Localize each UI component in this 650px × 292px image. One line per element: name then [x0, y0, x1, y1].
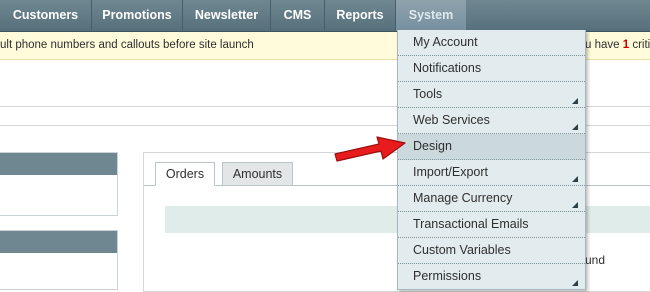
submenu-arrow-icon [572, 98, 578, 104]
notice-critical-prefix: u have [585, 39, 623, 51]
menu-item-my-account[interactable]: My Account [398, 30, 585, 56]
menu-item-web-services[interactable]: Web Services [398, 108, 585, 134]
menu-item-label: Import/Export [413, 165, 489, 179]
side-box-header [0, 153, 117, 175]
menu-item-label: Tools [413, 87, 443, 101]
menu-item-label: Custom Variables [413, 243, 511, 257]
nav-customers[interactable]: Customers [0, 0, 92, 31]
nav-cms[interactable]: CMS [271, 0, 325, 31]
menu-item-design[interactable]: Design [398, 134, 585, 160]
dashboard-side-box [0, 152, 118, 216]
submenu-arrow-icon [572, 124, 578, 130]
menu-item-label: Manage Currency [413, 191, 513, 205]
dashboard-side-box [0, 230, 118, 290]
nav-system[interactable]: System [396, 0, 466, 31]
menu-item-manage-currency[interactable]: Manage Currency [398, 186, 585, 212]
submenu-arrow-icon [572, 280, 578, 286]
submenu-arrow-icon [572, 202, 578, 208]
nav-reports[interactable]: Reports [325, 0, 396, 31]
menu-item-transactional-emails[interactable]: Transactional Emails [398, 212, 585, 238]
menu-item-custom-variables[interactable]: Custom Variables [398, 238, 585, 264]
top-navigation: Customers Promotions Newsletter CMS Repo… [0, 0, 650, 32]
submenu-arrow-icon [572, 176, 578, 182]
side-box-header [0, 231, 117, 253]
menu-item-permissions[interactable]: Permissions [398, 264, 585, 289]
partial-text: und [585, 253, 606, 267]
nav-newsletter[interactable]: Newsletter [183, 0, 271, 31]
notice-critical-message: u have 1 criti [585, 32, 650, 58]
menu-item-tools[interactable]: Tools [398, 82, 585, 108]
menu-item-label: Web Services [413, 113, 490, 127]
tab-amounts[interactable]: Amounts [222, 162, 293, 186]
nav-promotions[interactable]: Promotions [92, 0, 183, 31]
tab-orders[interactable]: Orders [155, 162, 215, 186]
notice-critical-suffix: criti [629, 39, 650, 51]
system-dropdown-menu: My Account Notifications Tools Web Servi… [397, 30, 586, 290]
menu-item-label: My Account [413, 35, 478, 49]
menu-item-label: Notifications [413, 61, 482, 75]
red-arrow-icon [334, 136, 406, 162]
menu-item-label: Permissions [413, 269, 482, 283]
menu-item-label: Design [413, 139, 452, 153]
menu-item-label: Transactional Emails [413, 217, 529, 231]
menu-item-notifications[interactable]: Notifications [398, 56, 585, 82]
notice-message: ult phone numbers and callouts before si… [0, 39, 254, 51]
menu-item-import-export[interactable]: Import/Export [398, 160, 585, 186]
